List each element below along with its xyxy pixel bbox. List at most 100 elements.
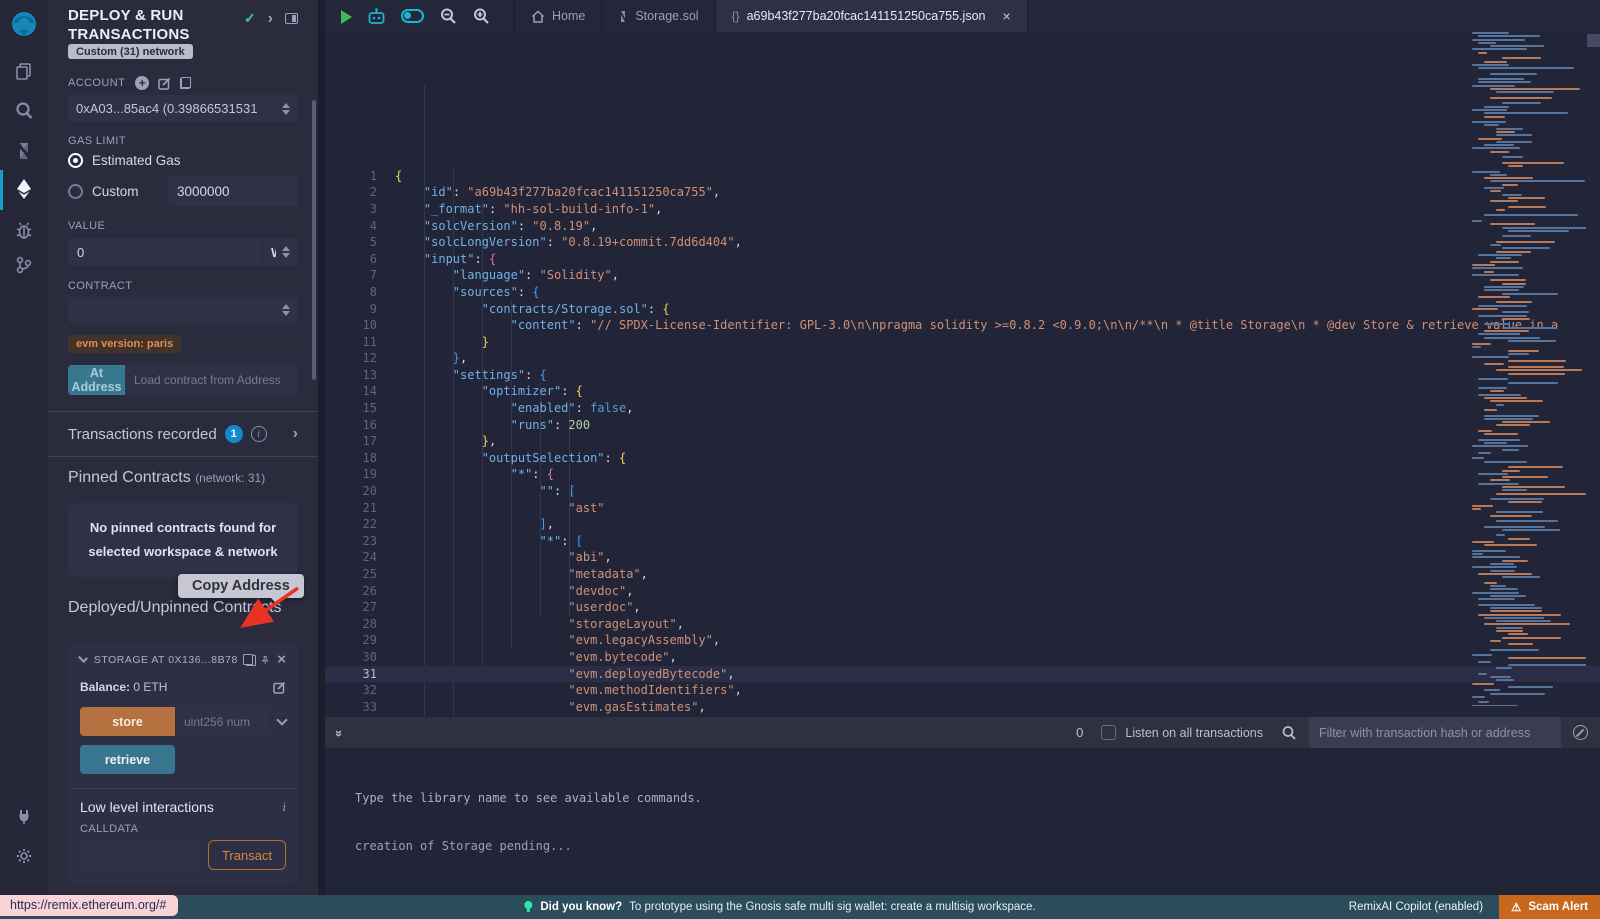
scam-alert-button[interactable]: ⚠ Scam Alert bbox=[1499, 895, 1600, 919]
tab-build-info-json[interactable]: {} a69b43f277ba20fcac141151250ca755.json… bbox=[716, 0, 1028, 32]
code-line[interactable]: 2 "id": "a69b43f277ba20fcac141151250ca75… bbox=[325, 184, 1600, 201]
custom-gas-radio[interactable] bbox=[68, 184, 83, 199]
debugger-icon[interactable] bbox=[0, 212, 48, 250]
copilot-status[interactable]: RemixAI Copilot (enabled) bbox=[1349, 901, 1483, 913]
zoom-out-icon[interactable] bbox=[439, 7, 457, 25]
tab-home[interactable]: Home bbox=[514, 0, 602, 32]
deploy-run-panel: DEPLOY & RUN TRANSACTIONS ✓ › Custom (31… bbox=[48, 0, 318, 895]
solidity-compiler-icon[interactable] bbox=[0, 132, 48, 170]
minimap-line bbox=[1496, 667, 1512, 669]
filter-input[interactable] bbox=[1309, 717, 1561, 748]
account-select[interactable]: 0xA03...85ac4 (0.39866531531 bbox=[68, 95, 298, 122]
code-line[interactable]: 6 "input": { bbox=[325, 251, 1600, 268]
clear-console-icon[interactable] bbox=[1573, 725, 1588, 740]
code-line[interactable]: 5 "solcLongVersion": "0.8.19+commit.7dd6… bbox=[325, 234, 1600, 251]
file-explorer-icon[interactable] bbox=[0, 52, 48, 90]
minimap-line bbox=[1490, 223, 1535, 225]
expand-args-icon[interactable] bbox=[276, 714, 287, 725]
code-line[interactable]: 20 "": [ bbox=[325, 483, 1600, 500]
store-arg-input[interactable] bbox=[175, 707, 268, 736]
code-line[interactable]: 15 "enabled": false, bbox=[325, 400, 1600, 417]
code-line[interactable]: 25 "metadata", bbox=[325, 566, 1600, 583]
minimap[interactable] bbox=[1468, 32, 1586, 706]
terminal-search-icon[interactable] bbox=[1281, 725, 1297, 741]
minimap-line bbox=[1484, 323, 1510, 325]
edit-account-icon[interactable] bbox=[158, 77, 171, 90]
code-line[interactable]: 29 "evm.legacyAssembly", bbox=[325, 632, 1600, 649]
evm-version-badge: evm version: paris bbox=[68, 335, 181, 353]
code-line[interactable]: 13 "settings": { bbox=[325, 367, 1600, 384]
minimap-line bbox=[1484, 116, 1505, 118]
code-line[interactable]: 16 "runs": 200 bbox=[325, 417, 1600, 434]
copy-account-icon[interactable] bbox=[180, 77, 191, 89]
code-line[interactable]: 32 "evm.methodIdentifiers", bbox=[325, 682, 1600, 699]
code-line[interactable]: 22 ], bbox=[325, 516, 1600, 533]
pin-instance-icon[interactable] bbox=[261, 653, 269, 667]
code-line[interactable]: 21 "ast" bbox=[325, 500, 1600, 517]
add-account-icon[interactable]: + bbox=[135, 76, 149, 90]
code-line[interactable]: 26 "devdoc", bbox=[325, 583, 1600, 600]
code-line[interactable]: 24 "abi", bbox=[325, 549, 1600, 566]
custom-gas-input[interactable] bbox=[168, 176, 298, 206]
value-input[interactable] bbox=[68, 238, 262, 266]
code-line[interactable]: 1{ bbox=[325, 168, 1600, 185]
estimated-gas-radio[interactable] bbox=[68, 153, 83, 168]
close-tab-icon[interactable]: × bbox=[1002, 8, 1010, 24]
panel-scrollbar[interactable] bbox=[312, 100, 316, 380]
chevron-right-icon[interactable]: › bbox=[268, 14, 273, 24]
code-line[interactable]: 9 "contracts/Storage.sol": { bbox=[325, 301, 1600, 318]
code-line[interactable]: 33 "evm.gasEstimates", bbox=[325, 699, 1600, 716]
search-icon[interactable] bbox=[0, 92, 48, 130]
code-line[interactable]: 11 } bbox=[325, 334, 1600, 351]
run-script-icon[interactable] bbox=[341, 10, 352, 24]
remove-instance-icon[interactable]: × bbox=[277, 655, 286, 665]
minimap-line bbox=[1508, 206, 1546, 208]
code-line[interactable]: 31 "evm.deployedBytecode", bbox=[325, 666, 1600, 683]
git-icon[interactable] bbox=[0, 246, 48, 284]
code-line[interactable]: 3 "_format": "hh-sol-build-info-1", bbox=[325, 201, 1600, 218]
stepper-icon[interactable] bbox=[282, 103, 290, 115]
code-line[interactable]: 17 }, bbox=[325, 433, 1600, 450]
value-unit-select[interactable]: Wei bbox=[262, 238, 298, 266]
load-contract-input[interactable] bbox=[125, 365, 298, 395]
code-line[interactable]: 18 "outputSelection": { bbox=[325, 450, 1600, 467]
listen-checkbox[interactable] bbox=[1101, 725, 1116, 740]
minimap-line bbox=[1508, 360, 1566, 362]
code-line[interactable]: 8 "sources": { bbox=[325, 284, 1600, 301]
editor-scrollbar-thumb[interactable] bbox=[1587, 34, 1600, 47]
code-line[interactable]: 23 "*": [ bbox=[325, 533, 1600, 550]
code-editor[interactable]: 1{2 "id": "a69b43f277ba20fcac141151250ca… bbox=[325, 32, 1600, 717]
zoom-in-icon[interactable] bbox=[472, 7, 490, 25]
edit-balance-icon[interactable] bbox=[273, 681, 286, 694]
collapse-terminal-icon[interactable]: » bbox=[332, 730, 347, 735]
calldata-input[interactable] bbox=[80, 840, 200, 870]
store-button[interactable]: store bbox=[80, 707, 175, 736]
remix-logo[interactable] bbox=[0, 6, 48, 44]
code-line[interactable]: 4 "solcVersion": "0.8.19", bbox=[325, 218, 1600, 235]
low-level-info-icon[interactable]: i bbox=[282, 799, 286, 815]
tab-storage-sol[interactable]: Storage.sol bbox=[602, 0, 715, 32]
deploy-run-icon[interactable] bbox=[0, 170, 48, 208]
collapse-instance-icon[interactable] bbox=[78, 653, 88, 663]
code-line[interactable]: 19 "*": { bbox=[325, 466, 1600, 483]
copilot-toggle-icon[interactable] bbox=[401, 9, 424, 23]
expand-transactions-icon[interactable]: › bbox=[293, 429, 298, 439]
info-icon[interactable]: i bbox=[251, 426, 267, 442]
code-line[interactable]: 14 "optimizer": { bbox=[325, 383, 1600, 400]
code-line[interactable]: 30 "evm.bytecode", bbox=[325, 649, 1600, 666]
code-line[interactable]: 10 "content": "// SPDX-License-Identifie… bbox=[325, 317, 1600, 334]
settings-icon[interactable] bbox=[0, 837, 48, 875]
transact-button[interactable]: Transact bbox=[208, 840, 286, 870]
contract-select[interactable] bbox=[68, 297, 298, 323]
pin-panel-icon[interactable] bbox=[285, 13, 298, 24]
plugin-manager-icon[interactable] bbox=[0, 797, 48, 835]
at-address-button[interactable]: At Address bbox=[68, 365, 125, 395]
code-line[interactable]: 12 }, bbox=[325, 350, 1600, 367]
code-line[interactable]: 28 "storageLayout", bbox=[325, 616, 1600, 633]
code-line[interactable]: 7 "language": "Solidity", bbox=[325, 267, 1600, 284]
minimap-line bbox=[1490, 400, 1543, 402]
ai-assistant-icon[interactable] bbox=[367, 8, 386, 25]
code-line[interactable]: 27 "userdoc", bbox=[325, 599, 1600, 616]
copy-address-icon[interactable] bbox=[246, 654, 253, 666]
retrieve-button[interactable]: retrieve bbox=[80, 745, 175, 774]
